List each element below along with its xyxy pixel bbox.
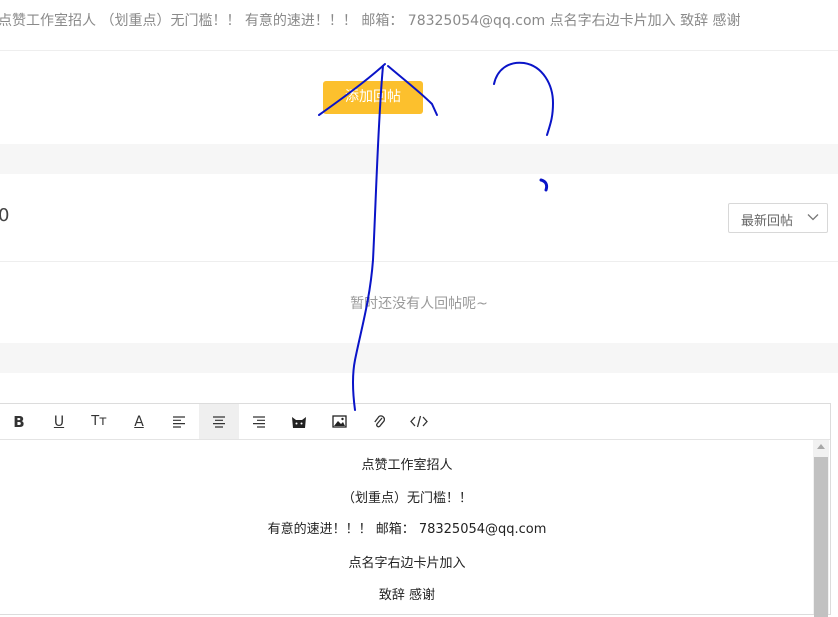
add-reply-button[interactable]: 添加回帖 (323, 81, 423, 114)
content-line: 点名字右边卡片加入 (348, 556, 466, 571)
text-size-icon[interactable]: Tт (79, 404, 119, 439)
font-color-icon[interactable]: A (119, 404, 159, 439)
editor-toolbar: B U Tт A (0, 404, 830, 440)
content-line: （划重点）无门槛！！ (341, 491, 472, 506)
scrollbar-thumb[interactable] (814, 457, 828, 617)
chevron-down-icon (807, 214, 819, 221)
code-icon[interactable] (399, 404, 439, 439)
reply-editor: B U Tт A 点赞工作室招人 （划重点）无门槛！！ 有意的速进！！！ 邮箱：… (0, 403, 831, 617)
reply-sort-label: 最新回帖 (741, 214, 794, 229)
empty-replies-message: 暂时还没有人回帖呢~ (350, 296, 488, 312)
editor-content[interactable]: 点赞工作室招人 （划重点）无门槛！！ 有意的速进！！！ 邮箱： 78325054… (0, 440, 815, 614)
align-left-icon[interactable] (159, 404, 199, 439)
section-separator (0, 343, 838, 373)
reply-count: 0 (0, 205, 10, 226)
align-right-icon[interactable] (239, 404, 279, 439)
section-separator (0, 144, 838, 174)
post-body-text: 点赞工作室招人 （划重点）无门槛！！ 有意的速进！！！ 邮箱： 78325054… (0, 13, 741, 29)
content-line: 有意的速进！！！ 邮箱： 78325054@qq.com (267, 522, 547, 537)
divider (0, 50, 838, 51)
content-line: 致辞 感谢 (378, 588, 436, 603)
align-center-icon[interactable] (199, 404, 239, 439)
scroll-up-arrow-icon[interactable] (817, 444, 825, 449)
content-line: 点赞工作室招人 (361, 458, 453, 473)
editor-scrollbar[interactable] (813, 440, 829, 617)
attachment-icon[interactable] (359, 404, 399, 439)
divider (0, 261, 838, 262)
image-icon[interactable] (319, 404, 359, 439)
emoji-icon[interactable] (279, 404, 319, 439)
underline-icon[interactable]: U (39, 404, 79, 439)
reply-sort-select[interactable]: 最新回帖 (728, 203, 828, 233)
bold-icon[interactable]: B (0, 404, 39, 439)
